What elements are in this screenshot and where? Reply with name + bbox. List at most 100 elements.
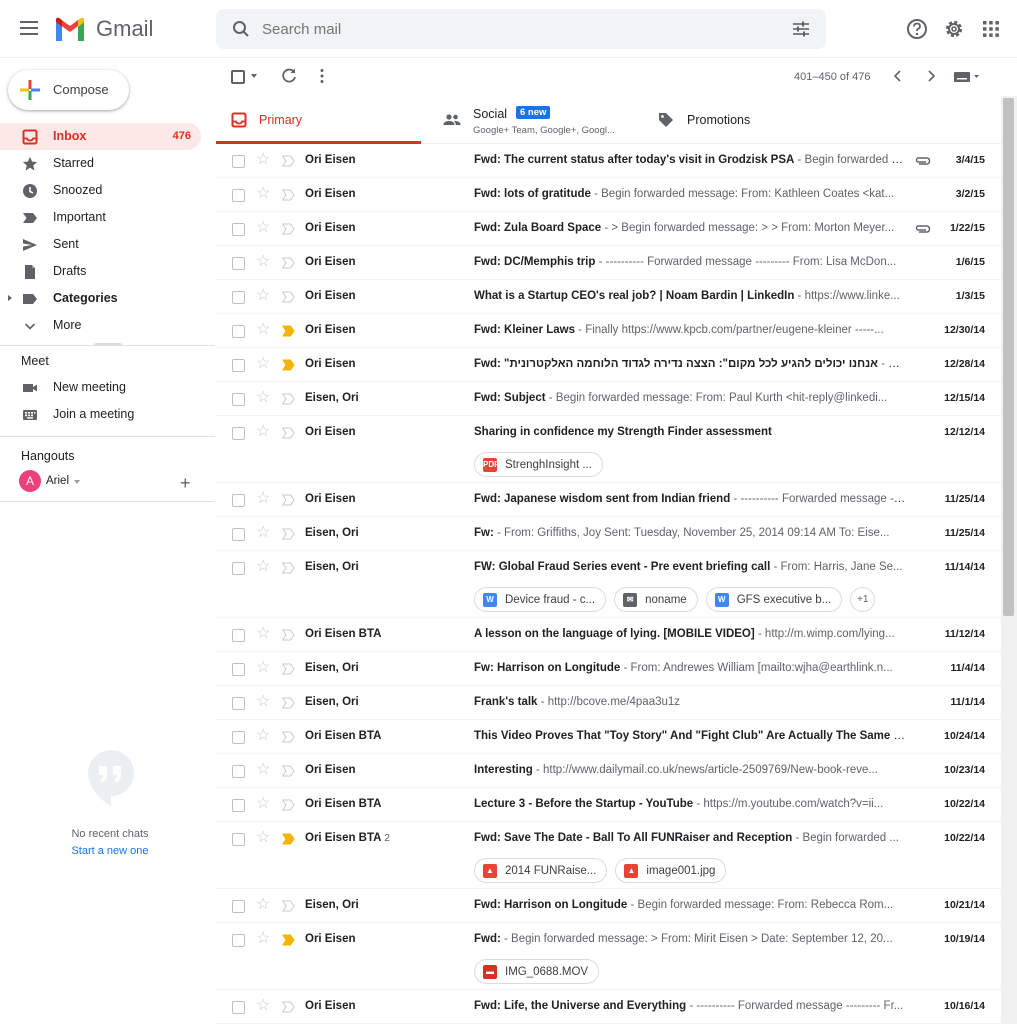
chevron-left-icon[interactable] (892, 69, 904, 83)
star-icon[interactable]: ☆ (256, 220, 270, 236)
main-menu-icon[interactable] (18, 18, 40, 40)
row-checkbox[interactable] (232, 697, 245, 710)
email-row[interactable]: ☆ Ori Eisen BTA Lecture 3 - Before the Sta… (216, 788, 1001, 822)
tab-primary[interactable]: Primary (216, 96, 421, 144)
attachment-chip[interactable]: ▬ IMG_0688.MOV (474, 959, 600, 984)
row-checkbox[interactable] (232, 1001, 245, 1014)
star-icon[interactable]: ☆ (256, 288, 270, 304)
email-row[interactable]: ☆ Ori Eisen Fwd: lots of gratitude - Begin… (216, 178, 1001, 212)
row-checkbox[interactable] (232, 427, 245, 440)
row-checkbox[interactable] (232, 934, 245, 947)
row-checkbox[interactable] (232, 291, 245, 304)
attachment-chip[interactable]: PDF StrenghInsight ... (474, 452, 603, 477)
sidebar-item-important[interactable]: Important (0, 204, 201, 231)
important-marker-icon[interactable] (282, 799, 295, 811)
row-checkbox[interactable] (232, 359, 245, 372)
email-row[interactable]: ☆ Ori Eisen Fwd: Zula Board Space - > Begi… (216, 212, 1001, 246)
important-marker-icon[interactable] (282, 697, 295, 709)
scrollbar[interactable] (1001, 96, 1017, 1024)
chevron-right-icon[interactable] (925, 69, 937, 83)
apps-grid-icon[interactable] (980, 18, 1002, 40)
star-icon[interactable]: ☆ (256, 660, 270, 676)
email-row[interactable]: ☆ Eisen, Ori Fwd: Subject - Begin forwarde… (216, 382, 1001, 416)
star-icon[interactable]: ☆ (256, 830, 270, 846)
tab-social[interactable]: Social 6 new Google+ Team, Google+, Goog… (421, 96, 636, 144)
star-icon[interactable]: ☆ (256, 796, 270, 812)
important-marker-icon[interactable] (282, 528, 295, 540)
sidebar-item-more[interactable]: More (0, 312, 201, 339)
help-icon[interactable] (906, 18, 928, 40)
email-row[interactable]: ☆ Ori Eisen Fwd: The current status after … (216, 144, 1001, 178)
sidebar-item-new-meeting[interactable]: New meeting (0, 374, 201, 401)
email-row[interactable]: ☆ Ori Eisen Fwd: Japanese wisdom sent from… (216, 483, 1001, 517)
star-icon[interactable]: ☆ (256, 931, 270, 947)
important-marker-icon[interactable] (282, 189, 295, 201)
sidebar-item-inbox[interactable]: Inbox 476 (0, 123, 201, 150)
important-marker-icon[interactable] (282, 291, 295, 303)
avatar[interactable]: A (19, 470, 41, 492)
email-row[interactable]: ☆ Ori Eisen Fwd: Kleiner Laws - Finally ht… (216, 314, 1001, 348)
search-icon[interactable] (232, 20, 250, 38)
row-checkbox[interactable] (232, 494, 245, 507)
important-marker-icon[interactable] (282, 359, 295, 371)
important-marker-icon[interactable] (282, 765, 295, 777)
email-row[interactable]: ☆ Ori Eisen Interesting - http://www.daily… (216, 754, 1001, 788)
star-icon[interactable]: ☆ (256, 390, 270, 406)
row-checkbox[interactable] (232, 799, 245, 812)
row-checkbox[interactable] (232, 155, 245, 168)
email-row[interactable]: ☆ Ori Eisen Fwd: DC/Memphis trip - -------… (216, 246, 1001, 280)
email-row[interactable]: ☆ Ori Eisen Fwd: "אנחנו יכולים להגיע לכל מ… (216, 348, 1001, 382)
refresh-icon[interactable] (280, 67, 298, 85)
important-marker-icon[interactable] (282, 325, 295, 337)
row-checkbox[interactable] (232, 629, 245, 642)
compose-button[interactable]: Compose (8, 70, 129, 110)
important-marker-icon[interactable] (282, 663, 295, 675)
star-icon[interactable]: ☆ (256, 559, 270, 575)
sidebar-item-drafts[interactable]: Drafts (0, 258, 201, 285)
star-icon[interactable]: ☆ (256, 897, 270, 913)
star-icon[interactable]: ☆ (256, 186, 270, 202)
more-vert-icon[interactable] (318, 67, 326, 85)
select-all-checkbox[interactable] (231, 70, 245, 84)
star-icon[interactable]: ☆ (256, 525, 270, 541)
star-icon[interactable]: ☆ (256, 762, 270, 778)
hangouts-user-name[interactable]: Ariel (46, 475, 69, 487)
sidebar-item-categories[interactable]: Categories (0, 285, 201, 312)
attachment-chip[interactable]: ▲ image001.jpg (615, 858, 727, 883)
important-marker-icon[interactable] (282, 223, 295, 235)
star-icon[interactable]: ☆ (256, 152, 270, 168)
email-row[interactable]: ☆ Ori Eisen BTA 2 Fwd: Save The Date - Bal… (216, 822, 1001, 889)
chevron-down-icon[interactable] (74, 480, 80, 484)
input-tools-keyboard-icon[interactable] (954, 70, 980, 84)
new-conversation-plus-icon[interactable]: + (180, 474, 191, 492)
star-icon[interactable]: ☆ (256, 998, 270, 1014)
row-checkbox[interactable] (232, 731, 245, 744)
star-icon[interactable]: ☆ (256, 728, 270, 744)
sidebar-item-starred[interactable]: Starred (0, 150, 201, 177)
important-marker-icon[interactable] (282, 427, 295, 439)
row-checkbox[interactable] (232, 900, 245, 913)
more-attachments-chip[interactable]: +1 (850, 587, 876, 612)
email-row[interactable]: ☆ Ori Eisen Sharing in confidence my Stren… (216, 416, 1001, 483)
search-input[interactable] (262, 19, 762, 39)
star-icon[interactable]: ☆ (256, 491, 270, 507)
search-bar[interactable] (216, 9, 826, 49)
expand-arrow-icon[interactable] (8, 295, 12, 301)
email-row[interactable]: ☆ Eisen, Ori Frank's talk - http://bcove.m… (216, 686, 1001, 720)
row-checkbox[interactable] (232, 325, 245, 338)
settings-icon[interactable] (943, 18, 965, 40)
email-row[interactable]: ☆ Ori Eisen BTA This Video Proves That "To… (216, 720, 1001, 754)
row-checkbox[interactable] (232, 765, 245, 778)
sidebar-item-join-meeting[interactable]: Join a meeting (0, 401, 201, 428)
row-checkbox[interactable] (232, 562, 245, 575)
attachment-chip[interactable]: W GFS executive b... (705, 587, 843, 612)
email-row[interactable]: ☆ Eisen, Ori FW: Global Fraud Series event… (216, 551, 1001, 618)
important-marker-icon[interactable] (282, 731, 295, 743)
email-row[interactable]: ☆ Ori Eisen BTA A lesson on the language o… (216, 618, 1001, 652)
star-icon[interactable]: ☆ (256, 356, 270, 372)
row-checkbox[interactable] (232, 833, 245, 846)
important-marker-icon[interactable] (282, 629, 295, 641)
sidebar-item-sent[interactable]: Sent (0, 231, 201, 258)
email-row[interactable]: ☆ Eisen, Ori Fw: Harrison on Longitude - F… (216, 652, 1001, 686)
email-row[interactable]: ☆ Eisen, Ori Fwd: Harrison on Longitude - … (216, 889, 1001, 923)
